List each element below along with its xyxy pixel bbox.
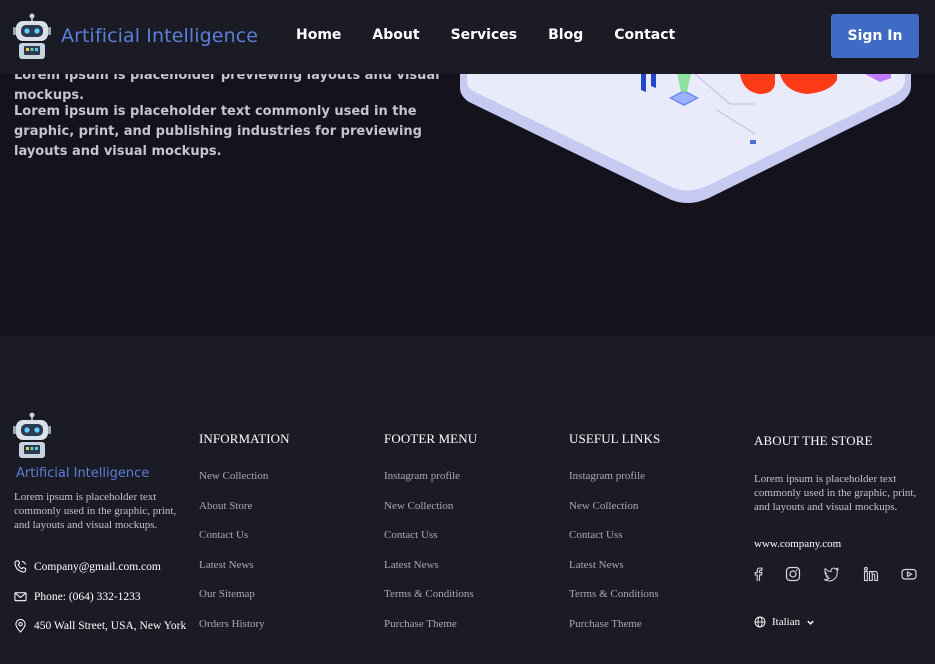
phone-call-icon [14, 560, 27, 573]
isometric-platform-illustration [460, 74, 911, 203]
site-header: Artificial Intelligence Home About Servi… [0, 0, 935, 74]
contact-email-text: Company@gmail.com.com [34, 560, 161, 573]
menu-link-latest-news[interactable]: Latest News [384, 559, 439, 571]
linkedin-icon[interactable] [863, 566, 879, 582]
menu-link-terms-conditions[interactable]: Terms & Conditions [384, 588, 474, 600]
menu-link-instagram-profile[interactable]: Instagram profile [384, 470, 460, 482]
robot-icon[interactable] [13, 13, 51, 61]
footer-menu-title: FOOTER MENU [384, 431, 478, 446]
info-link-our-sitemap[interactable]: Our Sitemap [199, 588, 255, 600]
menu-link-contact-us[interactable]: Contact Uss [384, 529, 437, 541]
nav-home[interactable]: Home [296, 27, 341, 43]
instagram-icon[interactable] [785, 566, 801, 582]
contact-address[interactable]: 450 Wall Street, USA, New York [14, 619, 186, 633]
sign-in-button[interactable]: Sign In [831, 14, 919, 58]
twitter-icon[interactable] [823, 566, 839, 582]
useful-link-terms-conditions[interactable]: Terms & Conditions [569, 588, 659, 600]
info-link-contact-us[interactable]: Contact Us [199, 529, 248, 541]
info-link-latest-news[interactable]: Latest News [199, 559, 254, 571]
footer-about-text: Lorem ipsum is placeholder text commonly… [14, 491, 177, 531]
youtube-icon[interactable] [901, 566, 917, 582]
mail-icon [14, 592, 27, 602]
info-link-about-store[interactable]: About Store [199, 500, 252, 512]
info-link-new-collection[interactable]: New Collection [199, 470, 268, 482]
nav-about[interactable]: About [372, 27, 419, 43]
contact-phone[interactable]: Phone: (064) 332-1233 [14, 590, 141, 603]
menu-link-new-collection[interactable]: New Collection [384, 500, 453, 512]
nav-blog[interactable]: Blog [548, 27, 583, 43]
useful-link-new-collection[interactable]: New Collection [569, 500, 638, 512]
language-label: Italian [772, 616, 801, 628]
useful-link-contact-us[interactable]: Contact Uss [569, 529, 622, 541]
nav-contact[interactable]: Contact [614, 27, 675, 43]
about-store-title: ABOUT THE STORE [754, 433, 873, 448]
about-store-text: Lorem ipsum is placeholder text commonly… [754, 473, 917, 513]
contact-phone-text: Phone: (064) 332-1233 [34, 590, 141, 603]
useful-links-title: USEFUL LINKS [569, 431, 661, 446]
contact-email[interactable]: Company@gmail.com.com [14, 560, 161, 573]
hero-section: Lorem ipsum is placeholder previewing la… [0, 68, 935, 336]
main-nav: Home About Services Blog Contact [296, 27, 706, 43]
useful-link-instagram-profile[interactable]: Instagram profile [569, 470, 645, 482]
facebook-icon[interactable] [750, 566, 766, 582]
info-link-orders-history[interactable]: Orders History [199, 618, 265, 630]
useful-link-latest-news[interactable]: Latest News [569, 559, 624, 571]
globe-icon [754, 616, 766, 628]
site-footer: Artificial Intelligence Lorem ipsum is p… [0, 336, 935, 664]
footer-brand-name[interactable]: Artificial Intelligence [16, 466, 149, 481]
brand-name[interactable]: Artificial Intelligence [61, 25, 258, 47]
robot-icon[interactable] [13, 412, 51, 460]
contact-address-text: 450 Wall Street, USA, New York [34, 620, 187, 632]
language-selector[interactable]: Italian [754, 616, 815, 628]
location-pin-icon [15, 619, 26, 633]
information-title: INFORMATION [199, 431, 290, 446]
useful-link-purchase-theme[interactable]: Purchase Theme [569, 618, 642, 630]
chevron-down-icon [807, 620, 814, 625]
menu-link-purchase-theme[interactable]: Purchase Theme [384, 618, 457, 630]
nav-services[interactable]: Services [451, 27, 518, 43]
hero-paragraph-2: Lorem ipsum is placeholder text commonly… [14, 104, 422, 159]
store-website-link[interactable]: www.company.com [754, 538, 841, 550]
